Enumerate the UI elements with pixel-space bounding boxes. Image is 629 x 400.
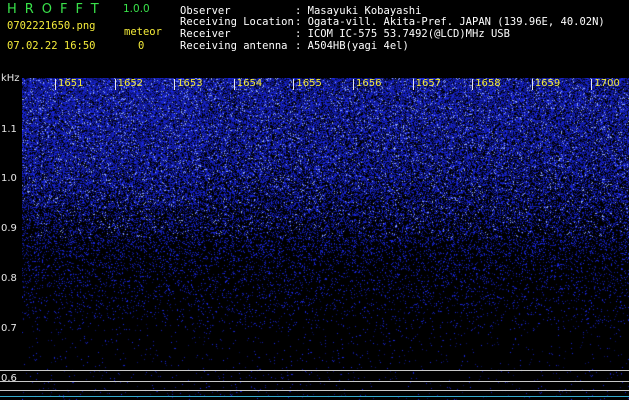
timestamp: 07.02.22 16:50 [7,40,96,52]
location-label: Receiving Location [180,16,294,28]
time-label: 1654 [236,78,263,89]
frequency-marker-line [0,396,629,397]
spectrogram [22,78,629,400]
time-label: 1657 [415,78,442,89]
time-label: 1659 [534,78,561,89]
spectrogram-canvas [22,78,629,400]
meteor-count: 0 [138,40,145,52]
antenna-value: : A504HB(yagi 4el) [295,40,409,52]
time-label: 1656 [356,78,382,89]
receiver-label: Receiver [180,28,231,40]
location-value: : Ogata-vill. Akita-Pref. JAPAN (139.96E… [295,16,605,28]
antenna-label: Receiving antenna [180,40,288,52]
time-label: 1700 [594,78,620,89]
receiver-value: : ICOM IC-575 53.7492(@LCD)MHz USB [295,28,510,40]
freq-label: 1.0 [1,173,17,184]
frequency-marker-line [0,370,629,371]
freq-label: 0.9 [1,223,17,234]
time-label: 1655 [296,78,322,89]
observer-value: : Masayuki Kobayashi [295,5,422,17]
time-label: 1658 [475,78,501,89]
frequency-axis: kHz 1.1 1.0 0.9 0.8 0.7 0.6 [0,72,22,400]
file-name: 0702221650.png [7,20,96,32]
frequency-marker-line [0,390,629,391]
frequency-marker-line [0,381,629,382]
observer-label: Observer [180,5,231,17]
freq-label: 1.1 [1,124,17,135]
app-title: HROFFT [7,2,107,17]
meteor-label: meteor [124,26,162,38]
freq-label: 0.8 [1,273,17,284]
time-label: 1651 [58,78,84,89]
freq-label: 0.7 [1,323,17,334]
time-label: 1653 [177,78,203,89]
time-axis: 1651 1652 1653 1654 1655 1656 1657 1658 1659 1700 [22,79,629,93]
freq-label: 0.6 [1,373,17,384]
freq-unit-label: kHz [1,73,20,84]
time-label: 1652 [117,78,144,89]
app-version: 1.0.0 [123,3,150,15]
